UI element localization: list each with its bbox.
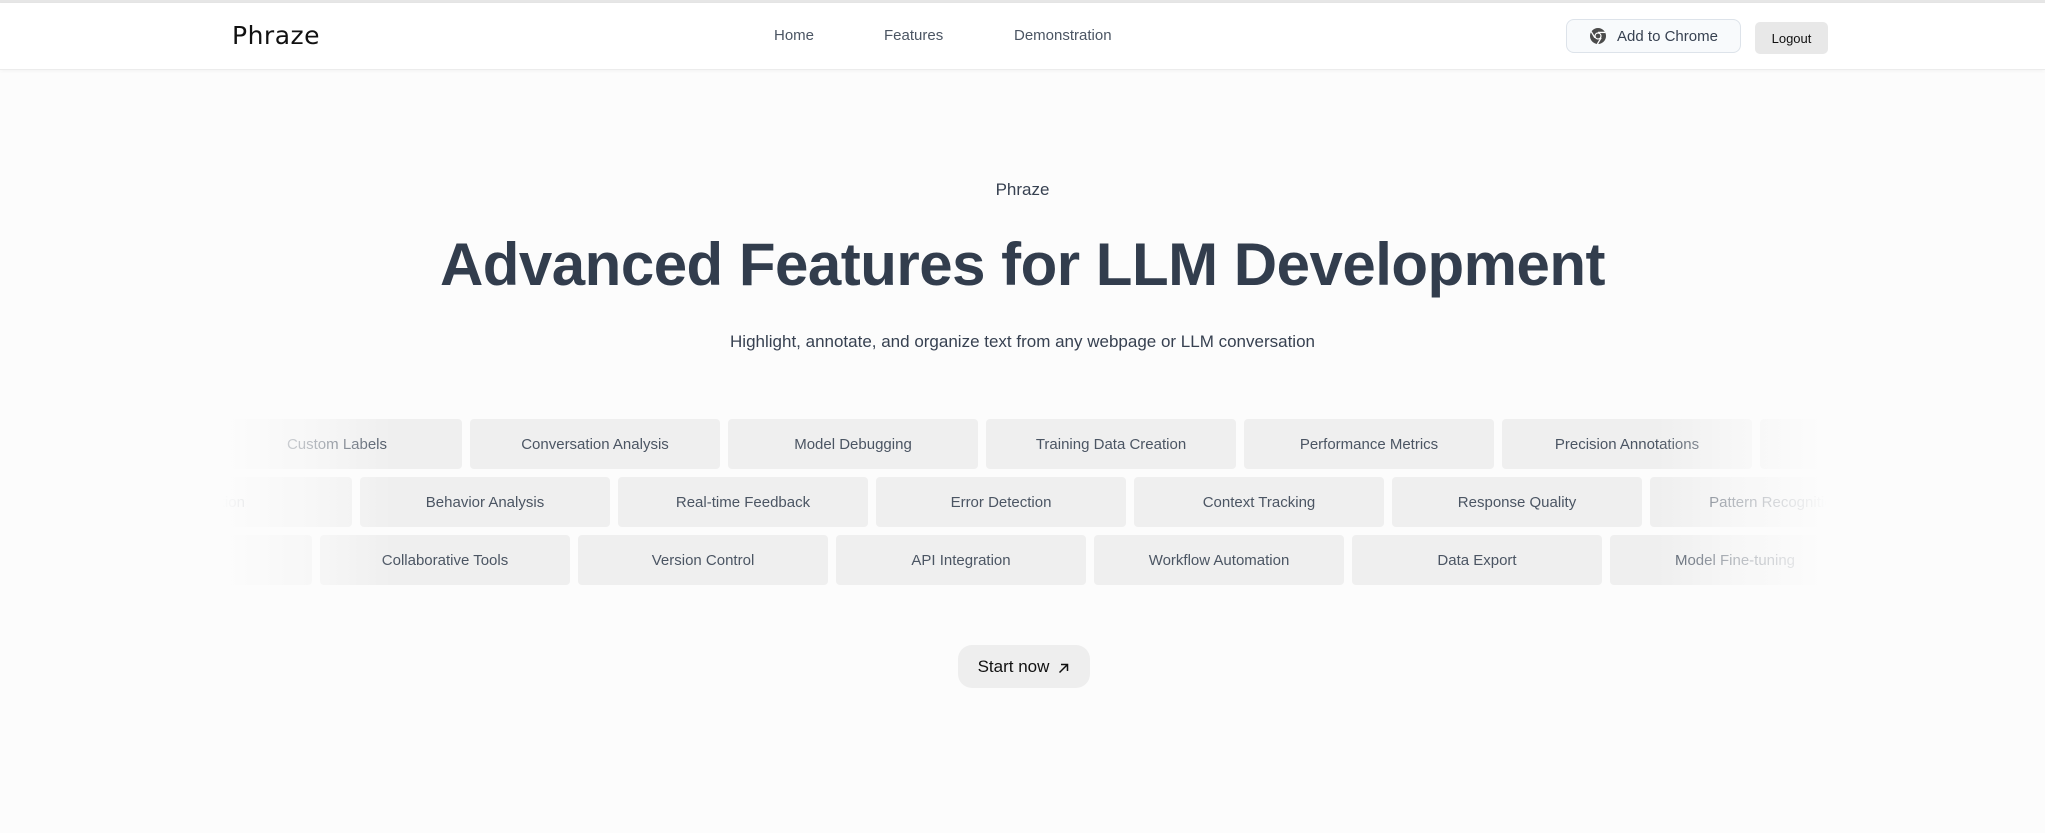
add-to-chrome-button[interactable]: Add to Chrome <box>1566 19 1741 53</box>
feature-pill: Conversation Analysis <box>470 419 720 469</box>
feature-pill: Training Data Creation <box>986 419 1236 469</box>
feature-pill: Context Tracking <box>1134 477 1384 527</box>
feature-pill: Real-time Feedback <box>618 477 868 527</box>
feature-pill: API Integration <box>836 535 1086 585</box>
feature-pill: C <box>1760 419 1827 469</box>
navbar: Phraze Home Features Demonstration Add t… <box>0 3 2045 70</box>
feature-marquee: Custom Labels Conversation Analysis Mode… <box>222 419 1827 589</box>
feature-pill: Version Control <box>578 535 828 585</box>
feature-pill: Pattern Recognition <box>1650 477 1827 527</box>
feature-pill: Collaborative Tools <box>320 535 570 585</box>
feature-pill: Workflow Automation <box>1094 535 1344 585</box>
nav-home-link[interactable]: Home <box>774 27 814 44</box>
feature-pill: Model Debugging <box>728 419 978 469</box>
feature-row-2: nition Behavior Analysis Real-time Feedb… <box>222 477 1827 527</box>
start-now-button[interactable]: Start now <box>958 645 1090 688</box>
logout-button[interactable]: Logout <box>1755 22 1828 54</box>
arrow-up-right-icon <box>1057 660 1070 674</box>
feature-row-1: Custom Labels Conversation Analysis Mode… <box>222 419 1827 469</box>
feature-pill: Performance Metrics <box>1244 419 1494 469</box>
hero-headline: Advanced Features for LLM Development <box>439 231 1606 298</box>
hero-subtitle: Highlight, annotate, and organize text f… <box>730 332 1315 351</box>
feature-pill: Error Detection <box>876 477 1126 527</box>
feature-pill: Data Export <box>1352 535 1602 585</box>
start-now-label: Start now <box>977 656 1050 676</box>
chrome-icon <box>1589 27 1607 45</box>
feature-pill: Precision Annotations <box>1502 419 1752 469</box>
feature-row-3: Collaborative Tools Version Control API … <box>222 535 1827 585</box>
feature-pill: nition <box>222 477 352 527</box>
feature-pill: Model Fine-tuning <box>1610 535 1827 585</box>
hero-eyebrow: Phraze <box>995 180 1050 199</box>
feature-pill: Custom Labels <box>222 419 462 469</box>
nav-demonstration-link[interactable]: Demonstration <box>1014 27 1112 44</box>
feature-pill: Behavior Analysis <box>360 477 610 527</box>
brand-logo[interactable]: Phraze <box>232 21 320 50</box>
feature-pill <box>222 535 312 585</box>
add-to-chrome-label: Add to Chrome <box>1617 27 1718 45</box>
feature-pill: Response Quality <box>1392 477 1642 527</box>
nav-features-link[interactable]: Features <box>884 27 943 44</box>
